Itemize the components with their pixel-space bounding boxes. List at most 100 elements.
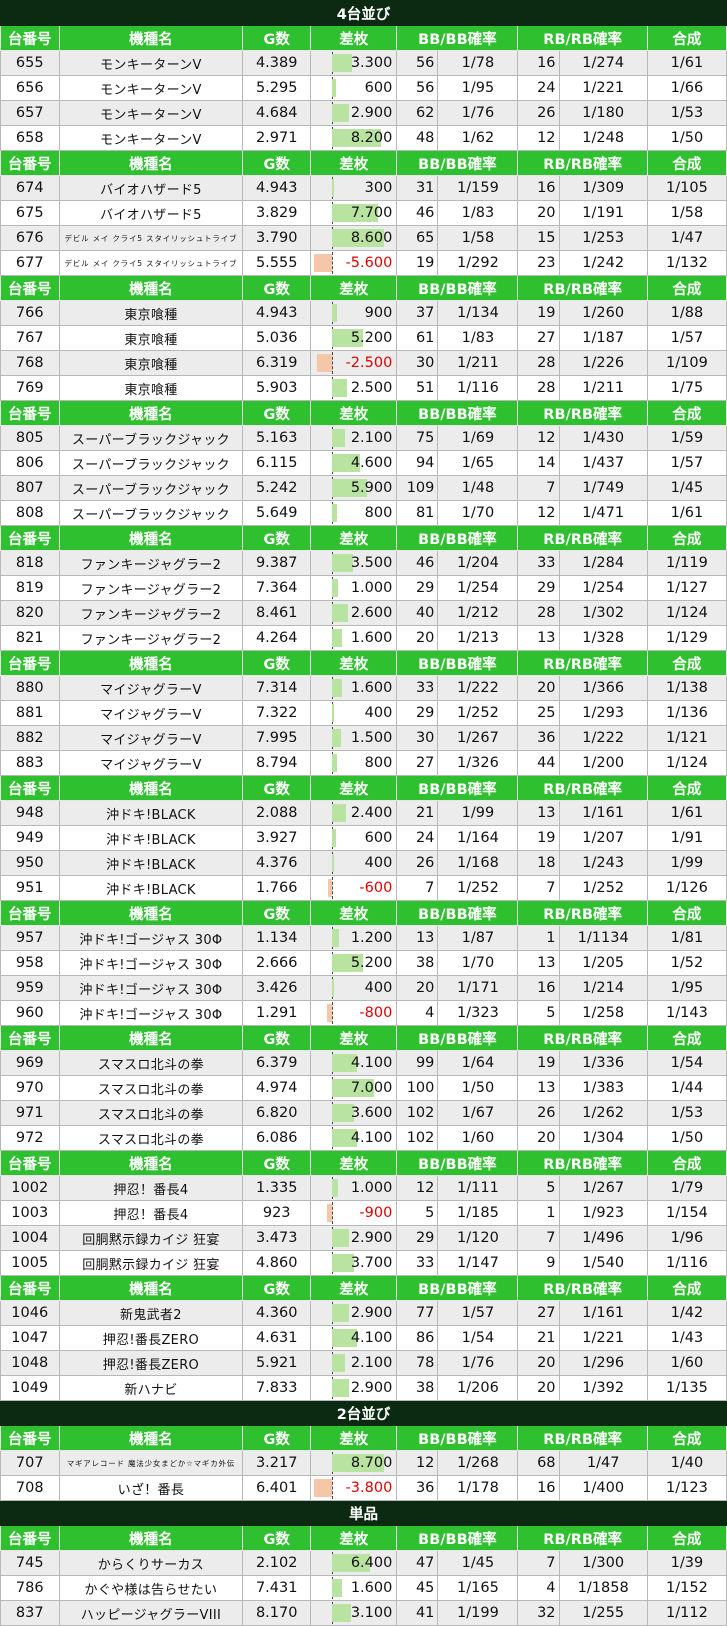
bb-count: 100 — [396, 1075, 439, 1101]
header-games: G数 — [242, 900, 312, 926]
combined-rate: 1/50 — [646, 125, 727, 151]
diff-value: 2.600 — [350, 605, 393, 621]
diff-value: -800 — [359, 1005, 393, 1021]
table-row: 677 デビル メイ クライ5 スタイリッシュトライブ 5.555 -5.600 19 1… — [0, 250, 727, 276]
machine-results-table: 4台並び 台番号 機種名 G数 差枚 BB/BB確率 RB/RB確率 合成 655 モンキーターン… — [0, 0, 727, 1626]
diff-cell: 8.200 — [310, 125, 398, 151]
diff-bar — [332, 1604, 352, 1622]
header-games: G数 — [242, 1025, 312, 1051]
bb-rate: 1/199 — [437, 1600, 519, 1626]
rb-count: 20 — [517, 1375, 560, 1401]
game-count: 7.833 — [242, 1375, 312, 1401]
bb-rate: 1/165 — [437, 1575, 519, 1601]
diff-value: 1.600 — [350, 630, 393, 646]
diff-value: 4.100 — [350, 1330, 393, 1346]
table-row: 837 ハッピージャグラーVIII 8.170 3.100 41 1/199 32 1/255… — [0, 1600, 727, 1626]
header-diff: 差枚 — [310, 400, 398, 426]
bb-rate: 1/76 — [437, 1350, 519, 1376]
combined-rate: 1/50 — [646, 1125, 727, 1151]
machine-name: バイオハザード5 — [58, 175, 244, 201]
rb-count: 36 — [517, 725, 560, 751]
header-bb: BB/BB確率 — [396, 900, 519, 926]
machine-name: 回胴黙示録カイジ 狂宴 — [58, 1250, 244, 1276]
diff-cell: 600 — [310, 75, 398, 101]
bb-count: 36 — [396, 1475, 439, 1501]
combined-rate: 1/39 — [646, 1550, 727, 1576]
bb-count: 33 — [396, 675, 439, 701]
table-body: 4台並び 台番号 機種名 G数 差枚 BB/BB確率 RB/RB確率 合成 655 モンキーターン… — [0, 0, 727, 1626]
rb-count: 16 — [517, 175, 560, 201]
diff-value: 2.100 — [350, 1355, 393, 1371]
game-count: 4.684 — [242, 100, 312, 126]
diff-value: 3.600 — [350, 1105, 393, 1121]
table-row: 1003 押忍！番長4 923 -900 5 1/185 1 1/923 1/154 — [0, 1200, 727, 1226]
rb-rate: 1/366 — [558, 675, 648, 701]
machine-no: 880 — [0, 675, 60, 701]
diff-value: 4.100 — [350, 1055, 393, 1071]
combined-rate: 1/123 — [646, 1475, 727, 1501]
machine-name: 沖ドキ!BLACK — [58, 850, 244, 876]
machine-name: ファンキージャグラー2 — [58, 575, 244, 601]
header-combined: 合成 — [646, 650, 727, 676]
rb-count: 15 — [517, 225, 560, 251]
machine-no: 959 — [0, 975, 60, 1001]
game-count: 3.217 — [242, 1450, 312, 1476]
diff-bar — [332, 979, 335, 997]
combined-rate: 1/53 — [646, 100, 727, 126]
header-bb: BB/BB確率 — [396, 25, 519, 51]
diff-cell: -600 — [310, 875, 398, 901]
column-header-row: 台番号 機種名 G数 差枚 BB/BB確率 RB/RB確率 合成 — [0, 1150, 727, 1176]
diff-value: 2.400 — [350, 805, 393, 821]
game-count: 4.376 — [242, 850, 312, 876]
diff-value: 800 — [364, 755, 393, 771]
game-count: 6.379 — [242, 1050, 312, 1076]
machine-no: 674 — [0, 175, 60, 201]
header-machine-name: 機種名 — [58, 900, 244, 926]
bb-count: 29 — [396, 575, 439, 601]
machine-no: 957 — [0, 925, 60, 951]
bb-count: 51 — [396, 375, 439, 401]
rb-count: 25 — [517, 700, 560, 726]
rb-count: 32 — [517, 1600, 560, 1626]
bb-rate: 1/64 — [437, 1050, 519, 1076]
combined-rate: 1/124 — [646, 750, 727, 776]
rb-rate: 1/258 — [558, 1000, 648, 1026]
header-combined: 合成 — [646, 1525, 727, 1551]
header-machine-name: 機種名 — [58, 525, 244, 551]
rb-count: 16 — [517, 975, 560, 1001]
column-header-row: 台番号 機種名 G数 差枚 BB/BB確率 RB/RB確率 合成 — [0, 900, 727, 926]
bb-count: 56 — [396, 75, 439, 101]
machine-name: ファンキージャグラー2 — [58, 600, 244, 626]
bb-rate: 1/206 — [437, 1375, 519, 1401]
diff-bar — [332, 554, 354, 572]
combined-rate: 1/47 — [646, 225, 727, 251]
bb-rate: 1/70 — [437, 950, 519, 976]
combined-rate: 1/154 — [646, 1200, 727, 1226]
combined-rate: 1/42 — [646, 1300, 727, 1326]
rb-count: 12 — [517, 425, 560, 451]
machine-no: 881 — [0, 700, 60, 726]
rb-rate: 1/1858 — [558, 1575, 648, 1601]
combined-rate: 1/60 — [646, 1350, 727, 1376]
rb-rate: 1/222 — [558, 725, 648, 751]
game-count: 5.555 — [242, 250, 312, 276]
table-row: 883 マイジャグラーV 8.794 800 27 1/326 44 1/200 1/124 — [0, 750, 727, 776]
bb-count: 5 — [396, 1200, 439, 1226]
diff-cell: 1.500 — [310, 725, 398, 751]
column-header-row: 台番号 機種名 G数 差枚 BB/BB確率 RB/RB確率 合成 — [0, 400, 727, 426]
bb-count: 41 — [396, 1600, 439, 1626]
diff-bar — [332, 604, 349, 622]
rb-rate: 1/392 — [558, 1375, 648, 1401]
header-diff: 差枚 — [310, 1025, 398, 1051]
combined-rate: 1/75 — [646, 375, 727, 401]
rb-count: 19 — [517, 1050, 560, 1076]
game-count: 5.921 — [242, 1350, 312, 1376]
rb-rate: 1/207 — [558, 825, 648, 851]
table-row: 960 沖ドキ!ゴージャス 30Φ 1.291 -800 4 1/323 5 1/258 1/1… — [0, 1000, 727, 1026]
header-diff: 差枚 — [310, 1275, 398, 1301]
rb-rate: 1/383 — [558, 1075, 648, 1101]
bb-count: 21 — [396, 800, 439, 826]
game-count: 4.264 — [242, 625, 312, 651]
section-title: 4台並び — [0, 0, 727, 26]
header-rb: RB/RB確率 — [517, 1425, 648, 1451]
